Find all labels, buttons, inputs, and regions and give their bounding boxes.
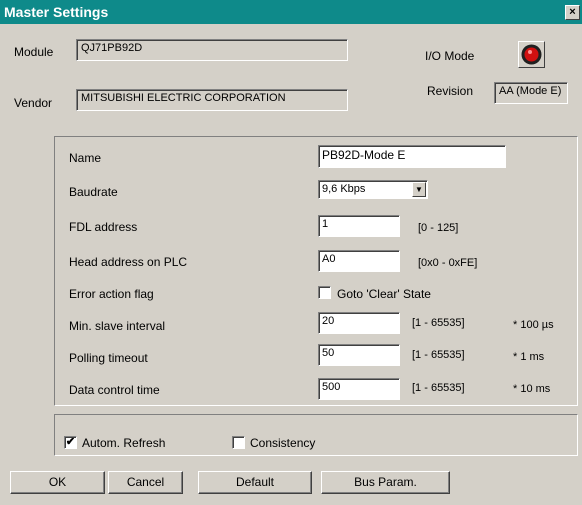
window-title: Master Settings [4, 4, 109, 20]
fdl-address-range: [0 - 125] [418, 222, 459, 234]
data-control-time-input[interactable]: 500 [318, 378, 400, 400]
close-button[interactable]: × [565, 5, 580, 20]
data-control-time-label: Data control time [69, 383, 160, 397]
ok-button[interactable]: OK [10, 471, 105, 494]
polling-timeout-unit: * 1 ms [513, 351, 545, 363]
module-field: QJ71PB92D [76, 39, 348, 61]
min-slave-interval-range: [1 - 65535] [412, 317, 465, 329]
head-address-label: Head address on PLC [69, 255, 188, 269]
consistency-label: Consistency [250, 436, 316, 450]
revision-label: Revision [427, 84, 474, 98]
io-mode-button[interactable] [518, 41, 545, 68]
baudrate-select[interactable]: 9,6 Kbps ▼ [318, 180, 428, 199]
autom-refresh-label: Autom. Refresh [82, 436, 166, 450]
min-slave-interval-input[interactable]: 20 [318, 312, 400, 334]
data-control-time-range: [1 - 65535] [412, 382, 465, 394]
autom-refresh-checkbox[interactable]: ✔ [64, 436, 77, 449]
vendor-label: Vendor [14, 96, 53, 110]
fdl-address-label: FDL address [69, 220, 138, 234]
revision-field: AA (Mode E) [494, 82, 568, 104]
head-address-range: [0x0 - 0xFE] [418, 257, 478, 269]
module-label: Module [14, 45, 54, 59]
polling-timeout-input[interactable]: 50 [318, 344, 400, 366]
head-address-input[interactable]: A0 [318, 250, 400, 272]
name-label: Name [69, 151, 102, 165]
goto-clear-label: Goto 'Clear' State [337, 287, 431, 301]
error-action-label: Error action flag [69, 287, 154, 301]
data-control-time-unit: * 10 ms [513, 383, 551, 395]
min-slave-interval-label: Min. slave interval [69, 319, 166, 333]
cancel-button[interactable]: Cancel [108, 471, 183, 494]
polling-timeout-range: [1 - 65535] [412, 349, 465, 361]
name-input[interactable]: PB92D-Mode E [318, 145, 506, 168]
baudrate-label: Baudrate [69, 185, 118, 199]
goto-clear-checkbox[interactable] [318, 286, 331, 299]
title-bar: Master Settings × [0, 0, 582, 24]
parameters-panel [54, 136, 578, 406]
consistency-checkbox[interactable] [232, 436, 245, 449]
fdl-address-input[interactable]: 1 [318, 215, 400, 237]
io-mode-indicator-icon [521, 44, 542, 65]
baudrate-value: 9,6 Kbps [322, 183, 366, 195]
io-mode-label: I/O Mode [425, 49, 475, 63]
bus-param-button[interactable]: Bus Param. [321, 471, 450, 494]
min-slave-interval-unit: * 100 µs [513, 319, 554, 331]
chevron-down-icon[interactable]: ▼ [412, 182, 426, 197]
default-button[interactable]: Default [198, 471, 312, 494]
vendor-field: MITSUBISHI ELECTRIC CORPORATION [76, 89, 348, 111]
polling-timeout-label: Polling timeout [69, 351, 148, 365]
